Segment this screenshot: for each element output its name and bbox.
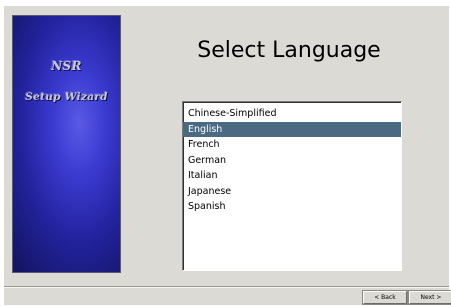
language-list-item[interactable]: Italian <box>183 168 401 184</box>
footer-divider <box>4 286 449 288</box>
banner-product-name: NSR <box>51 59 82 73</box>
language-list-item[interactable]: Chinese-Simplified <box>183 106 401 122</box>
language-list-item-selected[interactable]: English <box>183 121 401 137</box>
banner-wizard-title: Setup Wizard <box>25 91 108 103</box>
language-list[interactable]: Chinese-Simplified English French German… <box>182 101 402 271</box>
language-list-item[interactable]: Japanese <box>183 184 401 200</box>
wizard-side-banner: NSR Setup Wizard <box>12 15 121 273</box>
next-button[interactable]: Next > <box>409 291 451 304</box>
language-list-item[interactable]: Spanish <box>183 199 401 215</box>
setup-wizard-window: NSR Setup Wizard Select Language Chinese… <box>4 6 451 305</box>
back-button[interactable]: < Back <box>363 291 407 304</box>
language-list-item[interactable]: German <box>183 153 401 169</box>
language-list-item[interactable]: French <box>183 137 401 153</box>
page-title: Select Language <box>197 38 381 63</box>
